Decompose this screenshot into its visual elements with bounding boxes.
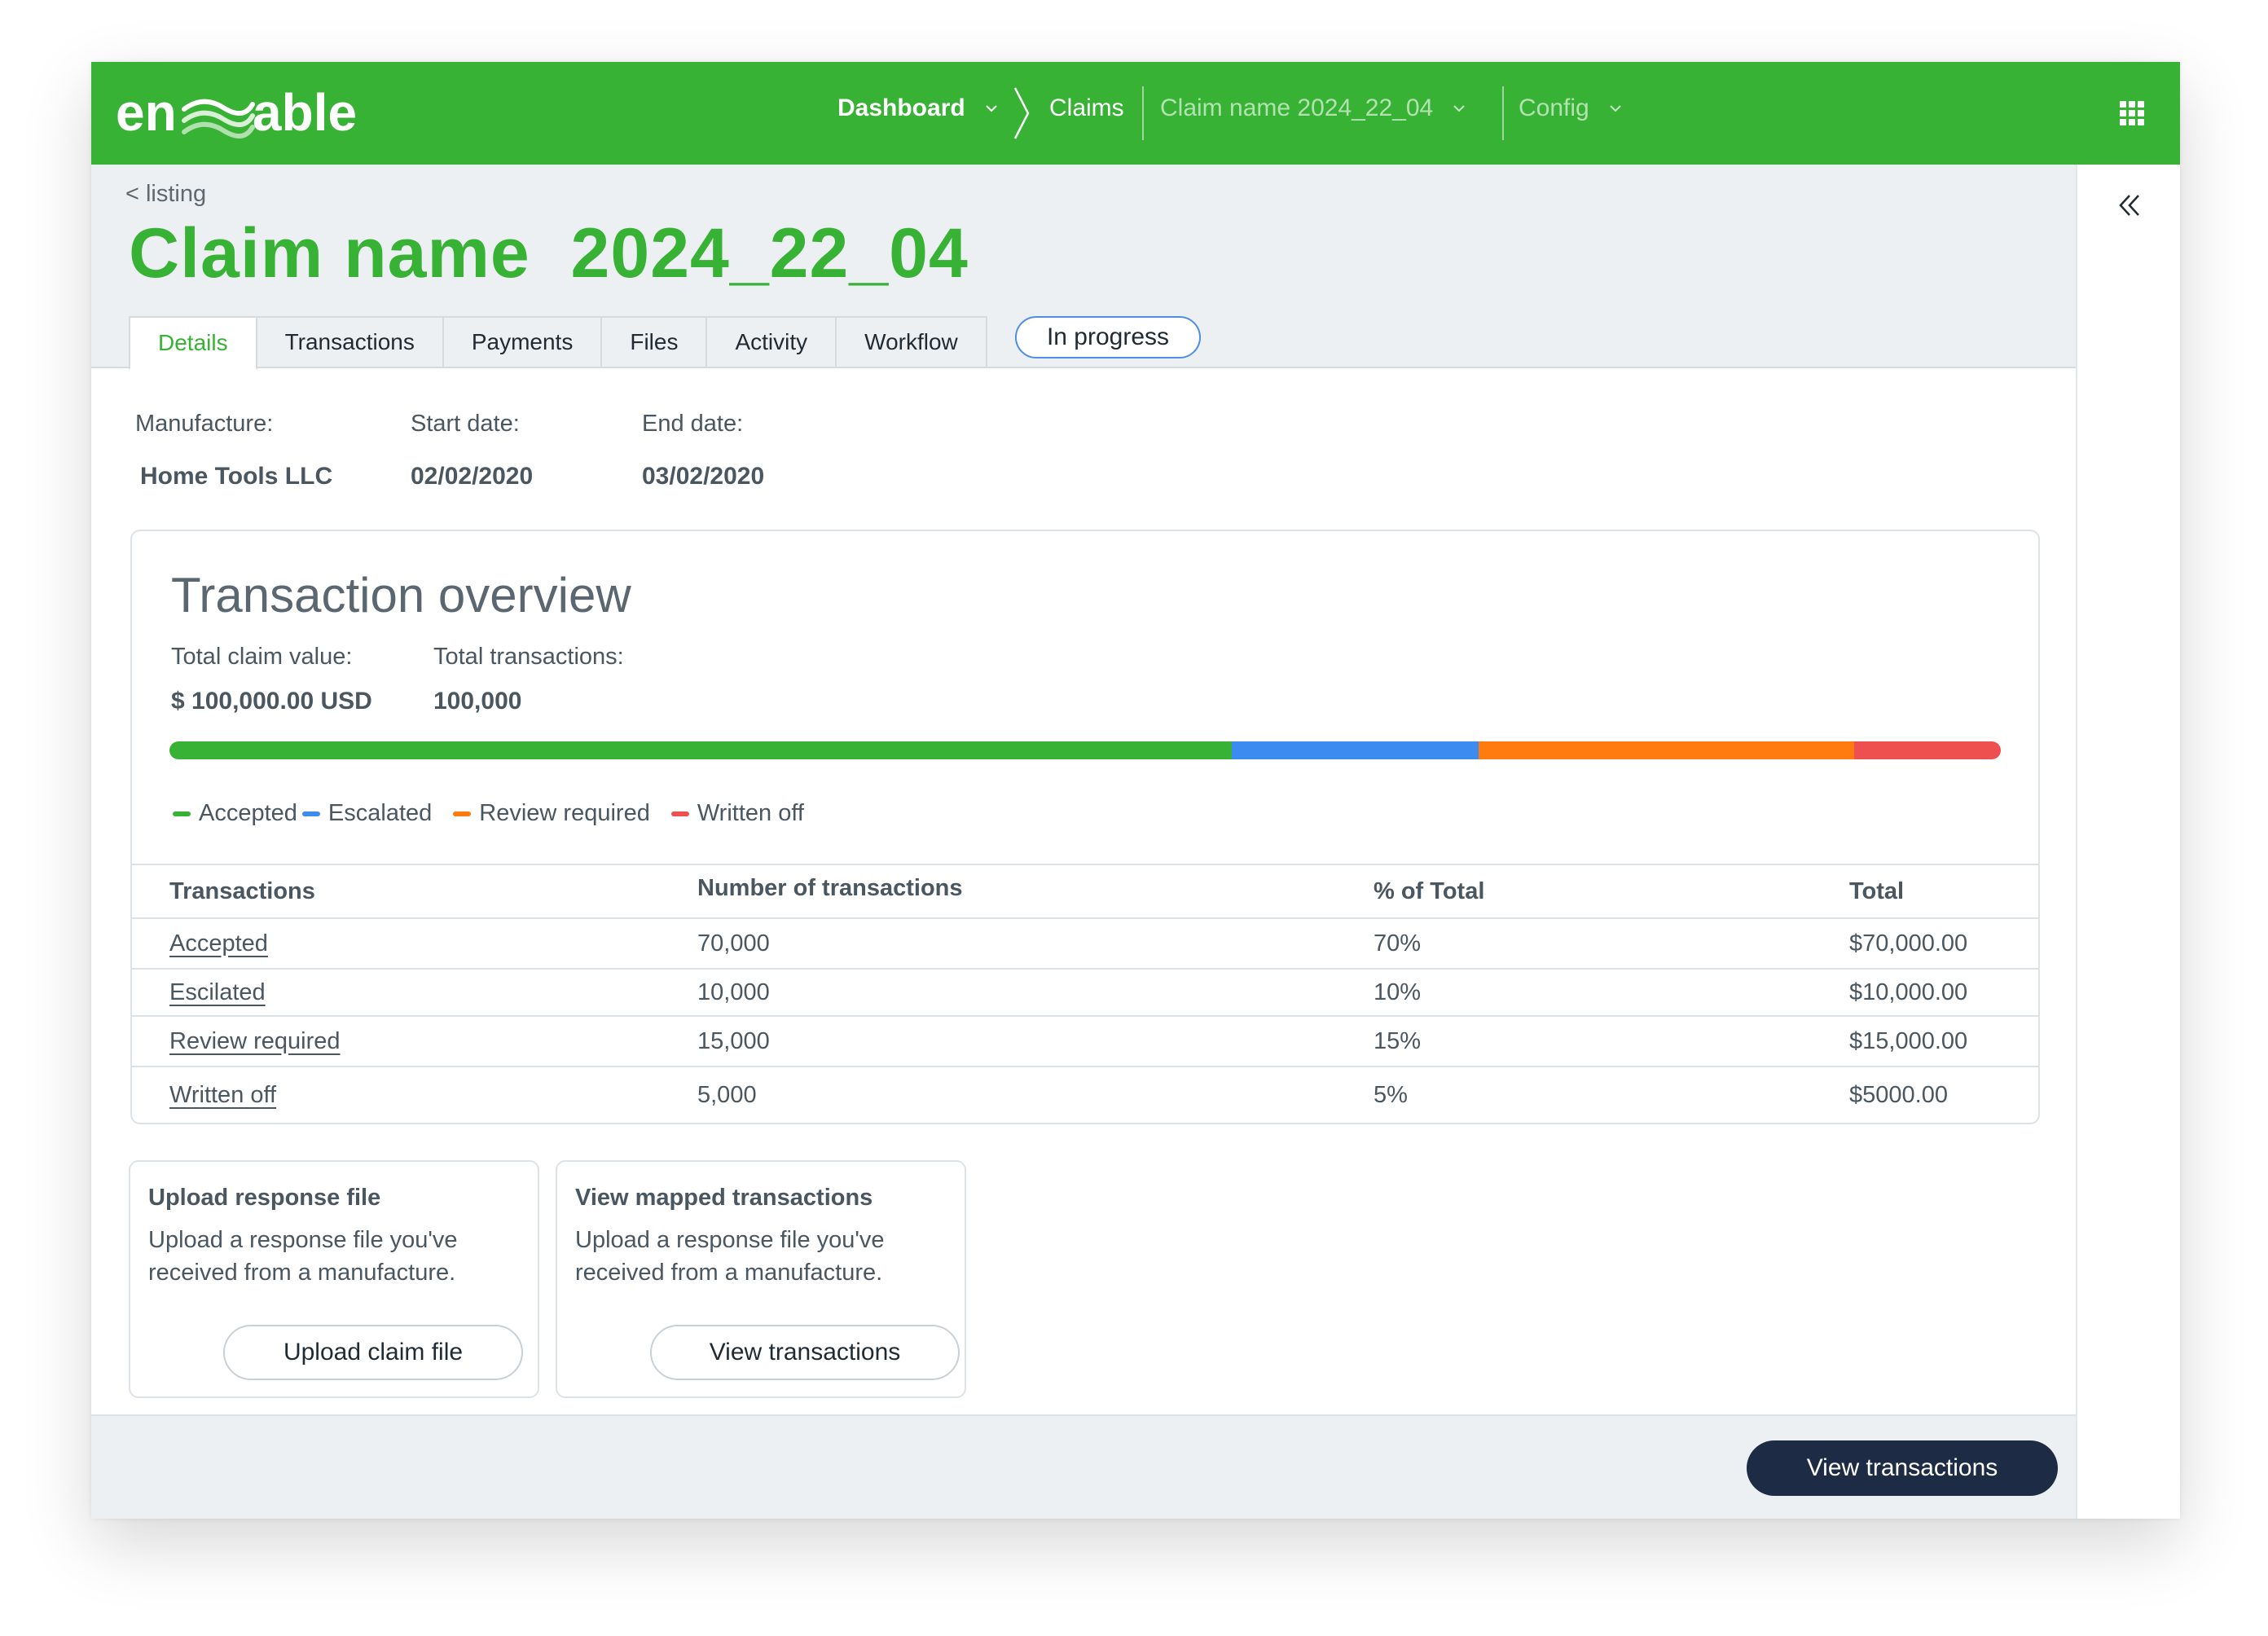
nav-config[interactable]: Config	[1519, 95, 1625, 122]
view-mapped-card: View mapped transactions Upload a respon…	[556, 1160, 966, 1398]
upload-claim-file-button[interactable]: Upload claim file	[223, 1325, 523, 1380]
total-claim-value: $ 100,000.00 USD	[171, 688, 372, 715]
nav-dashboard-label: Dashboard	[837, 95, 965, 121]
start-date-value: 02/02/2020	[411, 463, 534, 490]
overview-title: Transaction overview	[171, 568, 631, 622]
legend-label: Accepted	[199, 800, 297, 826]
table-cell: 15%	[1374, 1027, 1422, 1054]
page-header: < listing Claim name 2024_22_04 In progr…	[91, 165, 2076, 370]
table-row: Accepted 70,000 70% $70,000.00	[132, 917, 2038, 968]
nav-divider	[1502, 86, 1504, 140]
table-cell: 5%	[1374, 1081, 1408, 1108]
legend-swatch	[453, 811, 472, 816]
start-date-label: Start date:	[411, 411, 520, 437]
top-navigation-bar: en able Dashboard Claims Claim name 2024…	[91, 62, 2180, 165]
progress-segment-written-off	[1854, 741, 2001, 759]
tab-files[interactable]: Files	[602, 316, 708, 368]
chevron-down-icon	[1610, 105, 1621, 112]
right-side-panel	[2076, 165, 2180, 1519]
manufacture-value: Home Tools LLC	[140, 463, 333, 490]
breadcrumb-arrow-icon	[1013, 87, 1030, 139]
apps-grid-icon[interactable]	[2120, 101, 2144, 125]
legend-item: Review required	[453, 800, 650, 827]
progress-segment-review-required	[1479, 741, 1855, 759]
mapped-card-description: Upload a response file you've received f…	[575, 1227, 885, 1286]
tab-details[interactable]: Details	[129, 316, 257, 370]
table-row: Review required 15,000 15% $15,000.00	[132, 1015, 2038, 1066]
legend-label: Escalated	[327, 800, 433, 826]
tab-activity[interactable]: Activity	[707, 316, 837, 368]
nav-claims[interactable]: Claims	[1049, 95, 1124, 122]
progress-segment-accepted	[169, 741, 1232, 759]
nav-claim-name[interactable]: Claim name 2024_22_04	[1160, 95, 1469, 122]
view-transactions-button[interactable]: View transactions	[1747, 1440, 2058, 1496]
end-date-label: End date:	[642, 411, 744, 437]
table-cell: $10,000.00	[1849, 979, 1968, 1005]
chevron-down-icon	[985, 105, 997, 112]
tab-workflow[interactable]: Workflow	[837, 316, 987, 368]
total-transactions-label: Total transactions:	[433, 644, 624, 670]
nav-divider	[1142, 86, 1144, 140]
manufacture-label: Manufacture:	[135, 411, 274, 437]
table-row: Escilated 10,000 10% $10,000.00	[132, 968, 2038, 1015]
progress-segment-escalated	[1231, 741, 1479, 759]
legend-swatch	[173, 811, 191, 816]
svg-text:en: en	[116, 83, 177, 142]
nav-claims-label: Claims	[1049, 95, 1124, 121]
legend-swatch	[670, 811, 689, 816]
legend-item: Written off	[670, 800, 804, 827]
upload-card-title: Upload response file	[148, 1185, 381, 1211]
column-header: Total	[1849, 877, 1905, 904]
back-to-listing-link[interactable]: < listing	[125, 181, 206, 208]
column-header: Number of transactions	[697, 874, 963, 901]
nav-dashboard[interactable]: Dashboard	[837, 95, 1001, 122]
end-date-value: 03/02/2020	[642, 463, 765, 490]
page-footer: View transactions	[91, 1414, 2076, 1519]
nav-claim-name-label: Claim name 2024_22_04	[1160, 95, 1434, 121]
legend-label: Review required	[479, 800, 650, 826]
upload-response-card: Upload response file Upload a response f…	[129, 1160, 539, 1398]
page-title: Claim name 2024_22_04	[129, 214, 969, 292]
enable-logo[interactable]: en able	[116, 80, 385, 147]
table-cell: 10%	[1374, 979, 1422, 1005]
table-cell: $70,000.00	[1849, 930, 1968, 957]
row-link-accepted[interactable]: Accepted	[169, 930, 268, 957]
mapped-card-title: View mapped transactions	[575, 1185, 873, 1211]
total-transactions-value: 100,000	[433, 688, 522, 715]
table-cell: 15,000	[697, 1027, 770, 1054]
row-link-escalated[interactable]: Escilated	[169, 979, 266, 1006]
row-link-written-off[interactable]: Written off	[169, 1082, 276, 1109]
transaction-overview-card: Transaction overview Total claim value: …	[130, 530, 2040, 1124]
column-header: % of Total	[1374, 877, 1485, 904]
tab-payments[interactable]: Payments	[443, 316, 603, 368]
upload-card-description: Upload a response file you've received f…	[148, 1227, 458, 1286]
legend-label: Written off	[697, 800, 804, 826]
total-claim-value-label: Total claim value:	[171, 644, 353, 670]
chevron-down-icon	[1453, 105, 1465, 112]
table-cell: 70%	[1374, 930, 1422, 957]
table-cell: $5000.00	[1849, 1081, 1948, 1108]
column-header: Transactions	[169, 877, 315, 904]
nav-config-label: Config	[1519, 95, 1589, 121]
legend-item: Escalated	[301, 800, 433, 827]
view-transactions-card-button[interactable]: View transactions	[650, 1325, 960, 1380]
status-progress-bar	[169, 741, 2001, 759]
table-cell: $15,000.00	[1849, 1027, 1968, 1054]
svg-text:able: able	[253, 83, 357, 142]
tab-transactions[interactable]: Transactions	[257, 316, 444, 368]
row-link-review-required[interactable]: Review required	[169, 1028, 341, 1055]
table-cell: 70,000	[697, 930, 770, 957]
legend-swatch	[301, 811, 320, 816]
table-cell: 10,000	[697, 979, 770, 1005]
table-cell: 5,000	[697, 1081, 757, 1108]
table-header-row: Transactions Number of transactions % of…	[132, 864, 2038, 917]
progress-legend: Accepted Escalated Review required Written …	[173, 800, 825, 827]
tab-bar: Details Transactions Payments Files Acti…	[129, 316, 987, 370]
table-row: Written off 5,000 5% $5000.00	[132, 1066, 2038, 1123]
status-badge: In progress	[1015, 316, 1201, 358]
legend-item: Accepted	[173, 800, 297, 827]
transactions-table: Transactions Number of transactions % of…	[132, 864, 2038, 1123]
double-chevron-left-icon[interactable]	[2115, 191, 2144, 220]
app-window: en able Dashboard Claims Claim name 2024…	[91, 62, 2180, 1519]
